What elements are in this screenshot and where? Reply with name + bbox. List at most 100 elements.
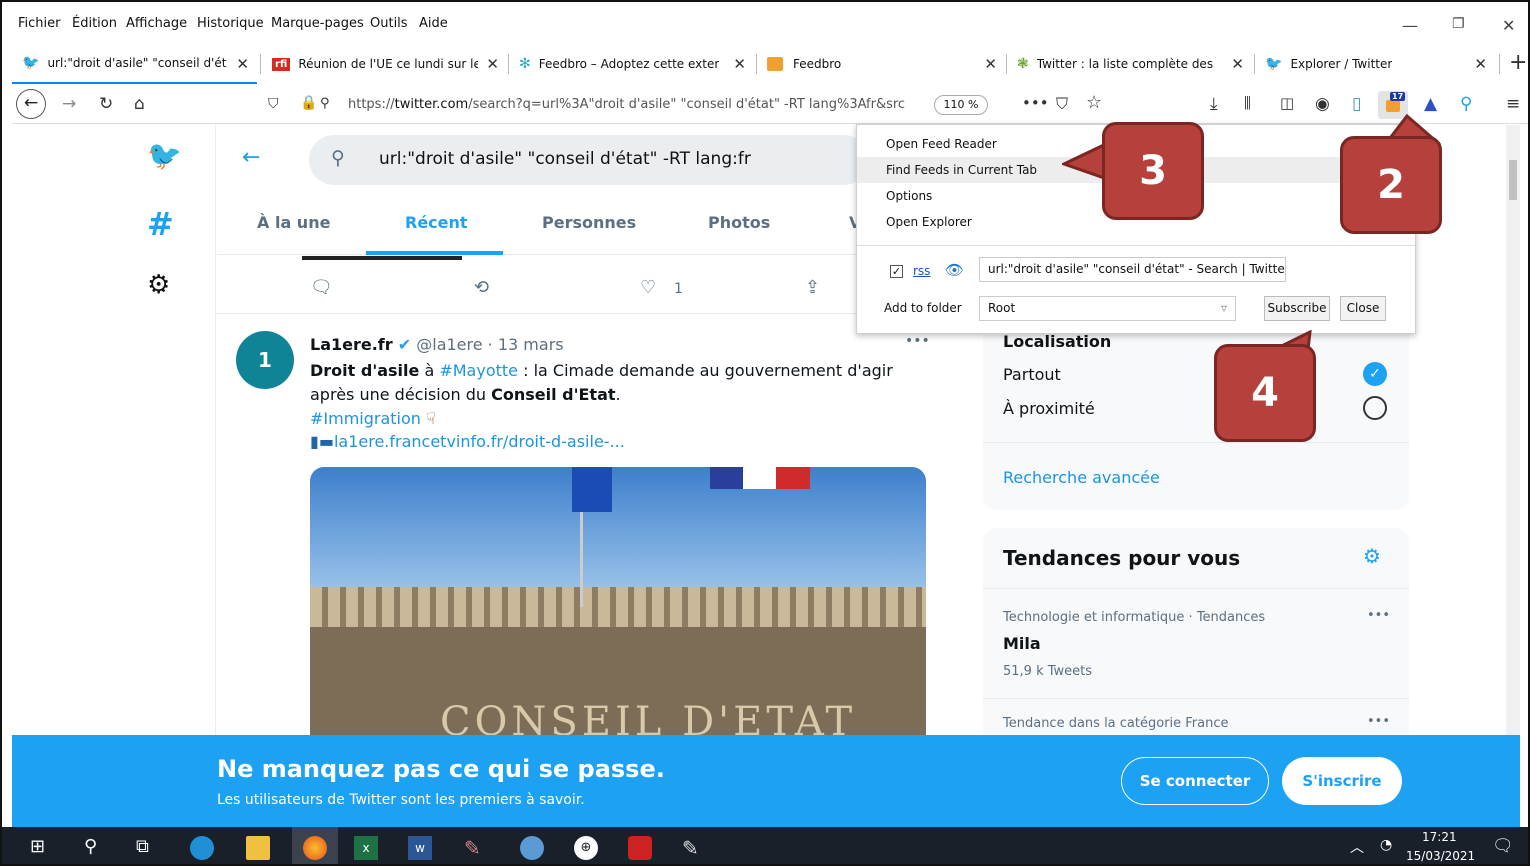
paint-icon[interactable]: ✎ xyxy=(464,836,488,860)
tab-twitter-list[interactable]: ❃ Twitter : la liste complète des o ✕ xyxy=(1007,44,1252,84)
radio-unchecked-icon[interactable] xyxy=(1363,396,1387,420)
twitter-search-input[interactable]: ⚲ url:"droit d'asile" "conseil d'état" -… xyxy=(309,135,869,185)
close-tab-icon[interactable]: ✕ xyxy=(1474,55,1487,73)
trend-more-icon[interactable]: ••• xyxy=(1367,714,1390,729)
chevron-up-icon[interactable]: ︿ xyxy=(1350,837,1364,857)
task-view-icon[interactable]: ⧉ xyxy=(136,836,160,860)
trend-name[interactable]: Mila xyxy=(1003,634,1041,653)
location-option-nearby[interactable]: À proximité xyxy=(1003,399,1095,418)
radio-checked-icon[interactable]: ✓ xyxy=(1363,362,1387,386)
tweet-more-icon[interactable]: ••• xyxy=(905,333,930,349)
paint-palette-icon[interactable]: ✎ xyxy=(682,836,706,860)
downloads-icon[interactable]: ⤓ xyxy=(1210,94,1218,114)
back-arrow-icon[interactable]: ← xyxy=(242,145,260,170)
pocket-icon[interactable]: ⛉ xyxy=(1056,94,1068,114)
word-icon[interactable]: w xyxy=(408,836,432,860)
tab-latest[interactable]: Récent xyxy=(405,213,468,232)
clock-date[interactable]: 15/03/2021 xyxy=(1406,849,1475,863)
close-tab-icon[interactable]: ✕ xyxy=(1231,55,1244,73)
page-actions-icon[interactable]: ••• xyxy=(1022,94,1049,112)
trends-settings-icon[interactable]: ⚙ xyxy=(1363,544,1381,568)
retweet-icon[interactable]: ⟲ xyxy=(474,277,489,298)
minimize-window-icon[interactable]: — xyxy=(1402,16,1418,35)
network-icon[interactable]: ◔ xyxy=(1380,837,1392,853)
app-red-icon[interactable] xyxy=(628,836,652,860)
close-tab-icon[interactable]: ✕ xyxy=(733,55,746,73)
reader-doc-icon[interactable]: ▯ xyxy=(1352,94,1361,114)
lock-icon[interactable]: 🔒 xyxy=(300,95,317,111)
app-icon[interactable] xyxy=(520,836,544,860)
search-icon[interactable]: ⚲ xyxy=(84,836,108,860)
library-icon[interactable]: ⫼ xyxy=(1244,94,1251,112)
explore-hashtag-icon[interactable]: # xyxy=(147,205,174,243)
search-addon-icon[interactable]: ⚲ xyxy=(1460,94,1472,114)
menu-outils[interactable]: Outils xyxy=(370,16,408,31)
menu-affichage[interactable]: Affichage xyxy=(126,16,187,31)
notification-icon[interactable]: 🗨 xyxy=(1492,836,1514,856)
windows-start-icon[interactable]: ⊞ xyxy=(30,836,54,860)
url-bar[interactable]: ⛉ 🔒 ⚲ https://twitter.com/search?q=url%3… xyxy=(260,90,1120,120)
author-name[interactable]: La1ere.fr xyxy=(310,335,393,354)
advanced-search-link[interactable]: Recherche avancée xyxy=(1003,468,1160,487)
tweet-hashtag[interactable]: #Immigration ☟ xyxy=(310,409,436,428)
file-explorer-icon[interactable] xyxy=(246,836,270,860)
feed-checkbox[interactable]: ✓ xyxy=(890,265,903,278)
tab-rfi[interactable]: rfi Réunion de l'UE ce lundi sur le ✕ xyxy=(262,44,507,84)
restore-window-icon[interactable]: ❐ xyxy=(1452,16,1465,32)
avatar[interactable]: 1 xyxy=(236,331,294,389)
tab-explorer-twitter[interactable]: 🐦 Explorer / Twitter ✕ xyxy=(1255,44,1495,84)
page-scrollbar[interactable] xyxy=(1506,125,1520,735)
account-icon[interactable]: ◉ xyxy=(1315,94,1330,114)
tweet-photo[interactable]: CONSEIL D'ETAT xyxy=(310,467,926,735)
twitter-logo-icon[interactable]: 🐦 xyxy=(147,139,182,172)
folder-select[interactable]: Root ▿ xyxy=(979,296,1236,321)
trend-more-icon[interactable]: ••• xyxy=(1367,608,1390,623)
tab-top[interactable]: À la une xyxy=(257,213,330,232)
tweet-link[interactable]: ▮▬la1ere.francetvinfo.fr/droit-d-asile-.… xyxy=(310,432,625,451)
hamburger-menu-icon[interactable]: ≡ xyxy=(1506,94,1520,114)
back-icon[interactable]: ← xyxy=(16,89,46,119)
home-icon[interactable]: ⌂ xyxy=(134,94,145,114)
like-icon[interactable]: ♡ xyxy=(640,277,656,298)
close-tab-icon[interactable]: ✕ xyxy=(984,55,997,73)
share-icon[interactable]: ⇪ xyxy=(805,277,820,298)
url-text[interactable]: https://twitter.com/search?q=url%3A"droi… xyxy=(348,97,928,112)
close-button[interactable]: Close xyxy=(1340,296,1386,321)
arrow-up-addon-icon[interactable]: ▲ xyxy=(1424,94,1437,114)
tab-feedbro[interactable]: Feedbro ✕ xyxy=(757,44,1005,84)
settings-gear-icon[interactable]: ⚙ xyxy=(147,270,170,300)
tab-photos[interactable]: Photos xyxy=(708,213,770,232)
menu-fichier[interactable]: Fichier xyxy=(18,16,61,31)
signup-button[interactable]: S'inscrire xyxy=(1282,757,1402,805)
location-option-everywhere[interactable]: Partout xyxy=(1003,365,1061,384)
menu-aide[interactable]: Aide xyxy=(419,16,448,31)
menu-historique[interactable]: Historique xyxy=(197,16,264,31)
reload-icon[interactable]: ↻ xyxy=(99,94,113,114)
zoom-level-button[interactable]: 110 % xyxy=(934,95,988,115)
rss-link[interactable]: rss xyxy=(913,264,930,278)
close-tab-icon[interactable]: ✕ xyxy=(486,55,499,73)
preview-eye-icon[interactable]: 👁 xyxy=(945,261,964,279)
menu-edition[interactable]: Édition xyxy=(72,16,117,31)
clock-time[interactable]: 17:21 xyxy=(1422,830,1457,844)
close-tab-icon[interactable]: ✕ xyxy=(236,55,249,73)
firefox-active-slot[interactable] xyxy=(292,827,338,864)
tab-twitter-search[interactable]: 🐦 url:"droit d'asile" "conseil d'éta ✕ xyxy=(12,44,257,84)
feed-title-input[interactable]: url:"droit d'asile" "conseil d'état" - S… xyxy=(979,257,1286,282)
new-tab-icon[interactable]: + xyxy=(1509,50,1527,75)
reply-icon[interactable]: 🗨 xyxy=(310,277,333,298)
bookmark-star-icon[interactable]: ☆ xyxy=(1086,92,1102,113)
tab-people[interactable]: Personnes xyxy=(542,213,636,232)
edge-icon[interactable] xyxy=(190,836,214,860)
excel-icon[interactable]: x xyxy=(354,836,378,860)
subscribe-button[interactable]: Subscribe xyxy=(1264,296,1330,321)
login-button[interactable]: Se connecter xyxy=(1121,757,1269,805)
forward-icon[interactable]: → xyxy=(62,94,76,114)
shield-icon[interactable]: ⛉ xyxy=(268,96,279,112)
tab-feedbro-addon[interactable]: ✻ Feedbro – Adoptez cette exten ✕ xyxy=(509,44,754,84)
permissions-icon[interactable]: ⚲ xyxy=(320,96,330,111)
sidebar-icon[interactable]: ◫ xyxy=(1280,94,1294,112)
close-window-icon[interactable]: ✕ xyxy=(1502,16,1515,35)
vpn-lock-icon[interactable]: ⊕ xyxy=(574,836,598,860)
menu-marque-pages[interactable]: Marque-pages xyxy=(271,16,364,31)
